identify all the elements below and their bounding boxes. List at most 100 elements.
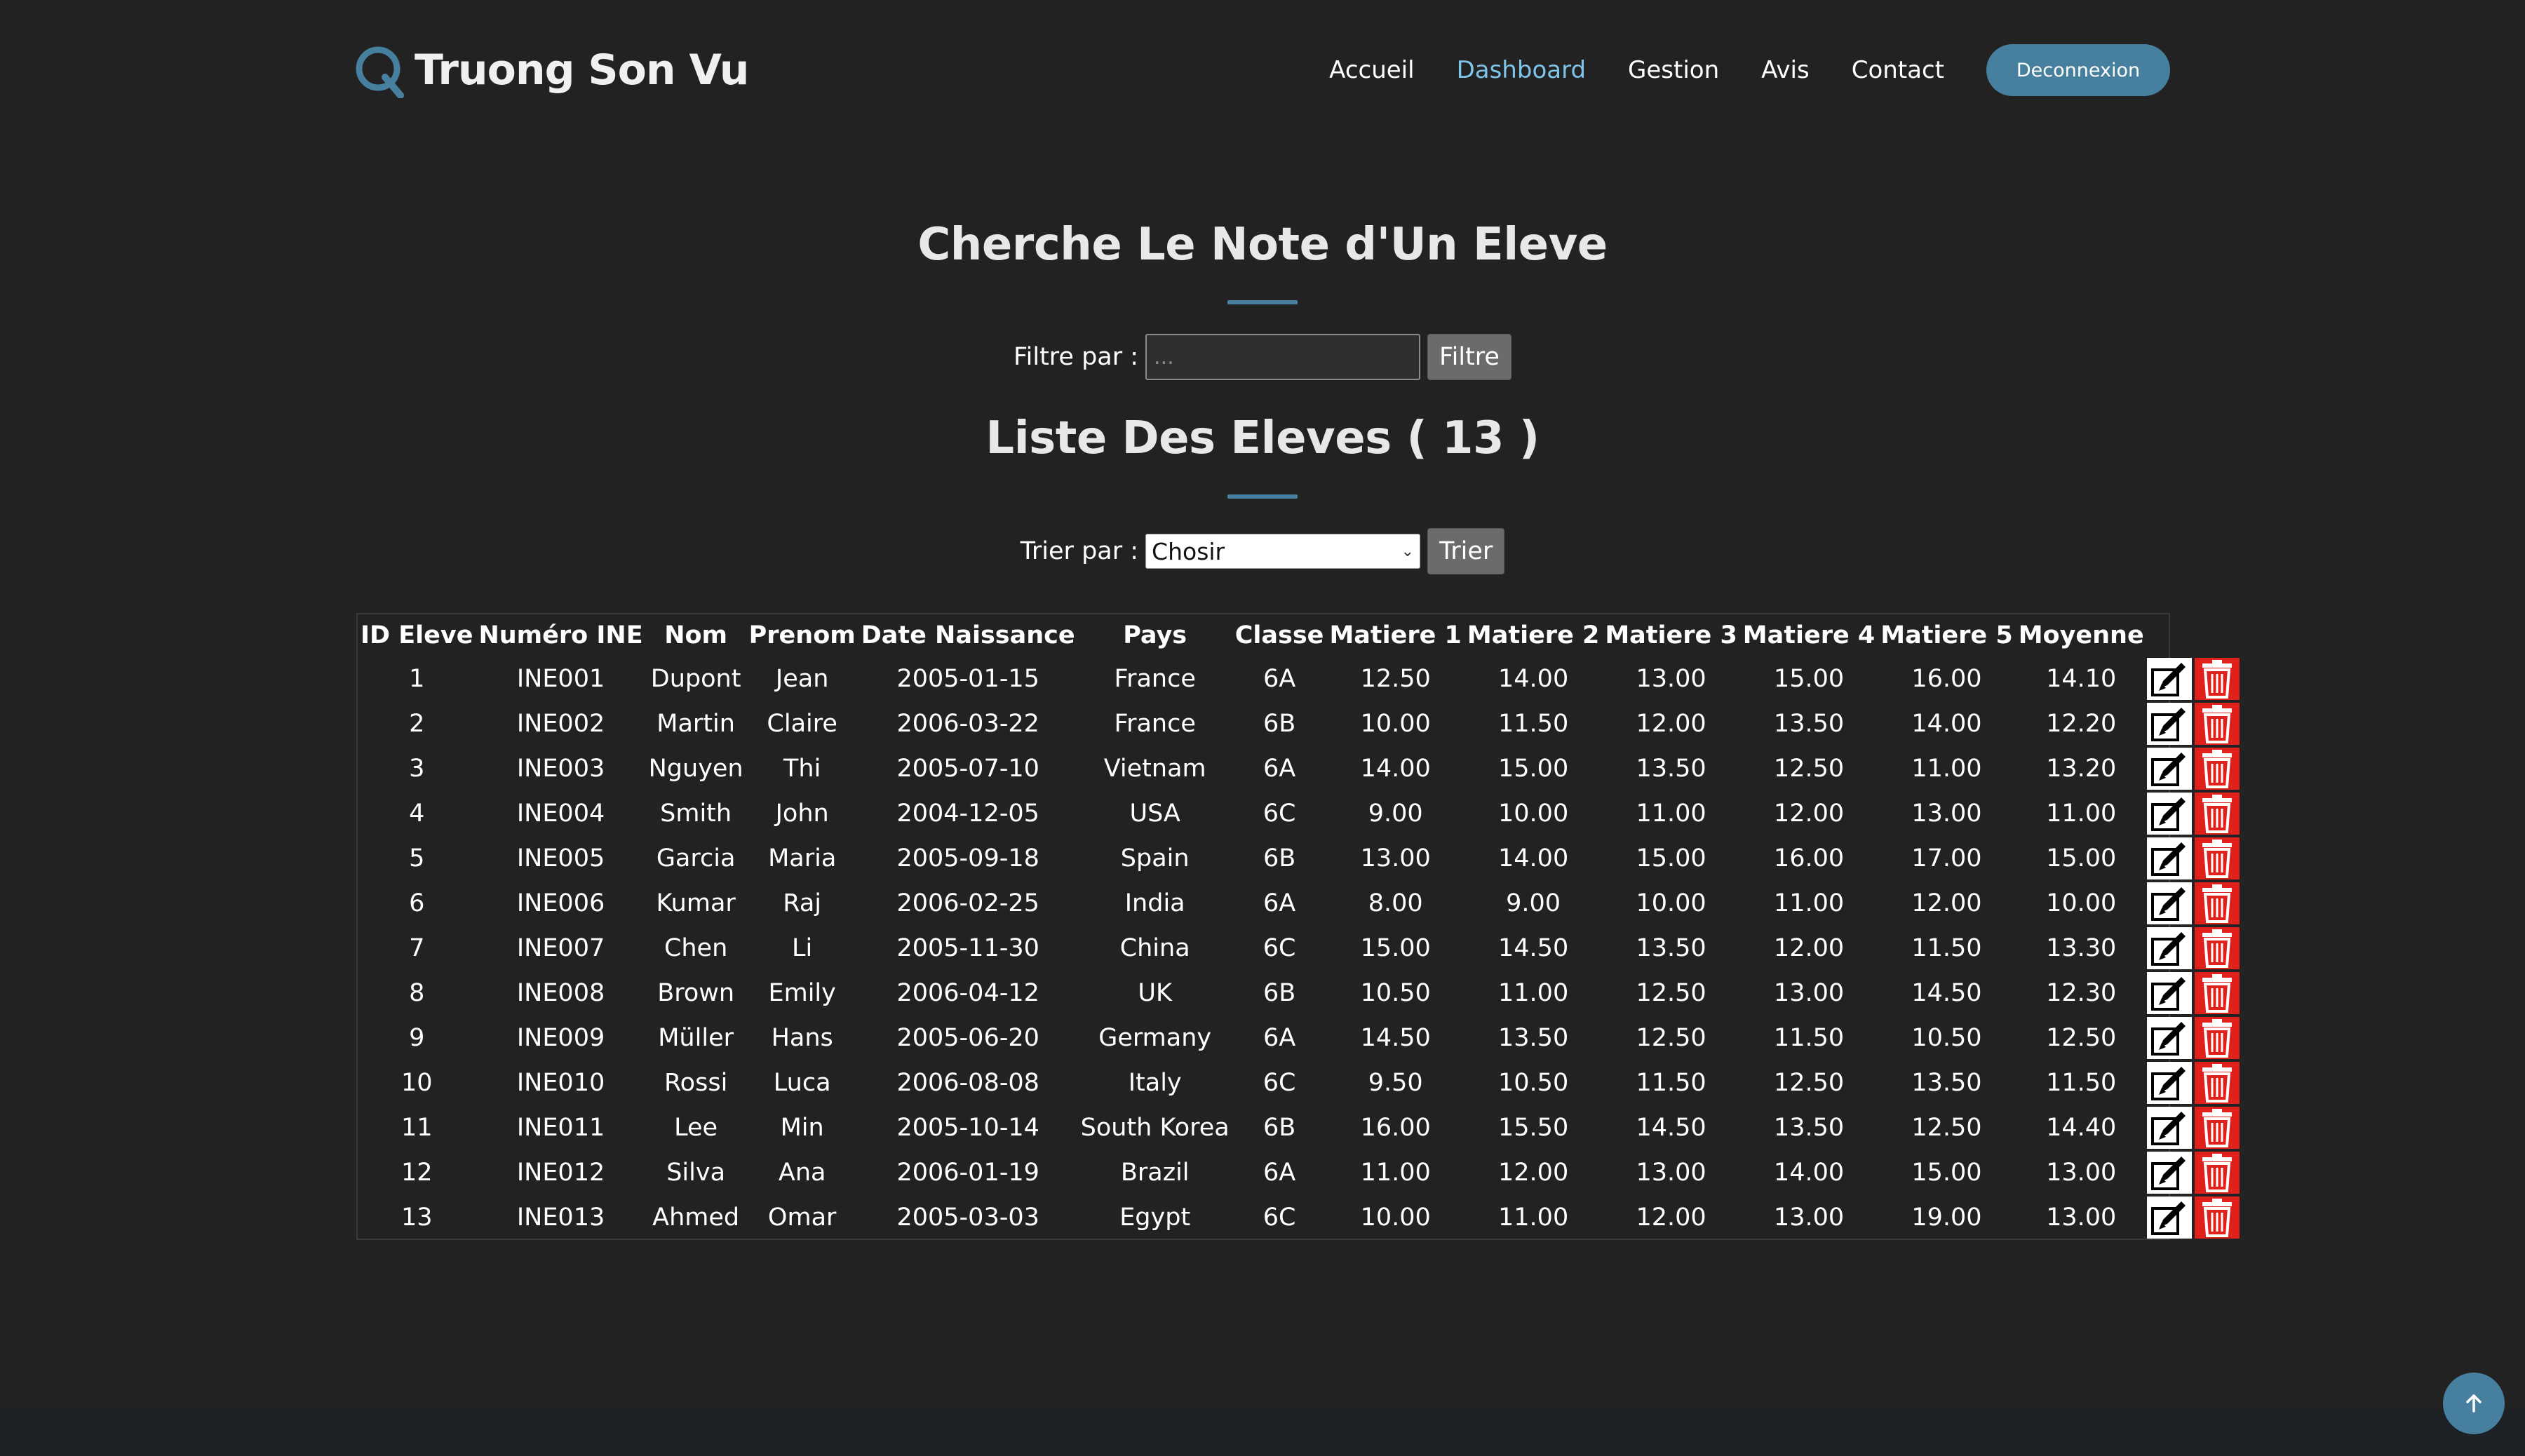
- table-cell: 6C: [1262, 800, 1296, 828]
- nav-gestion[interactable]: Gestion: [1628, 56, 1719, 84]
- table-cell: 13.50: [1773, 1114, 1845, 1142]
- table-cell: INE008: [516, 979, 605, 1007]
- brand-logo[interactable]: Truong Son Vu: [354, 42, 749, 98]
- trash-icon[interactable]: [2194, 1017, 2240, 1059]
- table-cell: 13.50: [1636, 755, 1706, 783]
- table-cell: 6B: [1262, 844, 1296, 872]
- logout-button[interactable]: Deconnexion: [1986, 44, 2170, 96]
- trash-icon[interactable]: [2194, 1107, 2240, 1149]
- table-cell: 12.00: [1773, 934, 1845, 962]
- nav-dashboard[interactable]: Dashboard: [1457, 56, 1586, 84]
- actions-group: [2146, 1197, 2240, 1239]
- table-cell: Garcia: [656, 844, 736, 872]
- row-actions: [2146, 926, 2240, 971]
- scroll-to-top-button[interactable]: [2443, 1373, 2505, 1434]
- edit-icon[interactable]: [2146, 703, 2192, 745]
- table-cell: Vietnam: [1103, 755, 1206, 783]
- edit-icon[interactable]: [2146, 927, 2192, 969]
- filter-button[interactable]: Filtre: [1427, 334, 1511, 380]
- table-cell: Maria: [768, 844, 837, 872]
- actions-group: [2146, 658, 2240, 700]
- actions-group: [2146, 1017, 2240, 1059]
- table-cell: 2005-01-15: [896, 665, 1039, 693]
- edit-icon[interactable]: [2146, 1017, 2192, 1059]
- edit-icon[interactable]: [2146, 1107, 2192, 1149]
- table-cell: INE009: [516, 1024, 605, 1052]
- column-header: Classe: [1234, 621, 1324, 649]
- table-cell: 15.00: [1636, 844, 1706, 872]
- table-cell: 2006-02-25: [896, 889, 1039, 917]
- trash-icon[interactable]: [2194, 703, 2240, 745]
- table-cell: Chen: [664, 934, 728, 962]
- table-cell: 13.00: [1773, 979, 1845, 1007]
- trash-icon[interactable]: [2194, 1152, 2240, 1194]
- table-cell: 10.50: [1911, 1024, 1982, 1052]
- edit-icon[interactable]: [2146, 1197, 2192, 1239]
- table-cell: 6: [409, 889, 425, 917]
- table-cell: 10.00: [1360, 710, 1431, 738]
- table-cell: 2005-06-20: [896, 1024, 1039, 1052]
- trash-icon[interactable]: [2194, 927, 2240, 969]
- trash-icon[interactable]: [2194, 1197, 2240, 1239]
- filter-input[interactable]: [1145, 334, 1421, 380]
- table-cell: Martin: [656, 710, 735, 738]
- table-cell: 8: [409, 979, 425, 1007]
- table-cell: 9.00: [1368, 800, 1423, 828]
- table-cell: 14.00: [1498, 665, 1569, 693]
- edit-icon[interactable]: [2146, 793, 2192, 835]
- table-cell: 2006-04-12: [896, 979, 1039, 1007]
- table-cell: INE002: [516, 710, 605, 738]
- edit-icon[interactable]: [2146, 972, 2192, 1014]
- nav-contact[interactable]: Contact: [1852, 56, 1944, 84]
- table-cell: 9: [409, 1024, 425, 1052]
- table-cell: 2006-03-22: [896, 710, 1039, 738]
- row-actions: [2146, 1105, 2240, 1150]
- trash-icon[interactable]: [2194, 658, 2240, 700]
- table-cell: Smith: [660, 800, 732, 828]
- sort-button[interactable]: Trier: [1427, 528, 1505, 574]
- table-cell: 13.50: [1911, 1069, 1982, 1097]
- table-cell: 10.50: [1360, 979, 1431, 1007]
- table-cell: 12.30: [2046, 979, 2117, 1007]
- table-cell: Claire: [767, 710, 837, 738]
- sort-select[interactable]: Chosir ⌄: [1145, 534, 1421, 569]
- table-cell: 2006-08-08: [896, 1069, 1039, 1097]
- edit-icon[interactable]: [2146, 658, 2192, 700]
- table-cell: 15.00: [1498, 755, 1569, 783]
- trash-icon[interactable]: [2194, 1062, 2240, 1104]
- actions-group: [2146, 748, 2240, 790]
- table-cell: 11.50: [1773, 1024, 1845, 1052]
- edit-icon[interactable]: [2146, 882, 2192, 924]
- trash-icon[interactable]: [2194, 748, 2240, 790]
- table-cell: 14.00: [1773, 1159, 1845, 1187]
- table-cell: 12.00: [1636, 1204, 1706, 1232]
- row-actions: [2146, 1060, 2240, 1105]
- table-cell: Kumar: [656, 889, 736, 917]
- table-cell: Dupont: [650, 665, 741, 693]
- trash-icon[interactable]: [2194, 882, 2240, 924]
- column-header: Date Naissance: [861, 621, 1075, 649]
- nav-avis[interactable]: Avis: [1761, 56, 1810, 84]
- trash-icon[interactable]: [2194, 972, 2240, 1014]
- table-cell: 6A: [1262, 1024, 1296, 1052]
- trash-icon[interactable]: [2194, 793, 2240, 835]
- actions-group: [2146, 882, 2240, 924]
- edit-icon[interactable]: [2146, 1152, 2192, 1194]
- table-row: 11 INE011 Lee Min 2005-10-14 South Korea 6B 16.…: [358, 1105, 2240, 1150]
- nav-accueil[interactable]: Accueil: [1329, 56, 1414, 84]
- footer: [0, 1410, 2525, 1456]
- trash-icon[interactable]: [2194, 837, 2240, 879]
- table-cell: 11.50: [1911, 934, 1982, 962]
- column-header: Numéro INE: [478, 621, 643, 649]
- edit-icon[interactable]: [2146, 837, 2192, 879]
- table-cell: Müller: [658, 1024, 734, 1052]
- table-cell: 14.00: [1911, 710, 1982, 738]
- edit-icon[interactable]: [2146, 1062, 2192, 1104]
- table-cell: 11.00: [2046, 800, 2117, 828]
- table-cell: Brown: [657, 979, 735, 1007]
- table-cell: 12.50: [1773, 1069, 1845, 1097]
- q-logo-icon: [356, 46, 404, 98]
- edit-icon[interactable]: [2146, 748, 2192, 790]
- table-cell: 11.50: [1498, 710, 1569, 738]
- table-cell: 6C: [1262, 1204, 1296, 1232]
